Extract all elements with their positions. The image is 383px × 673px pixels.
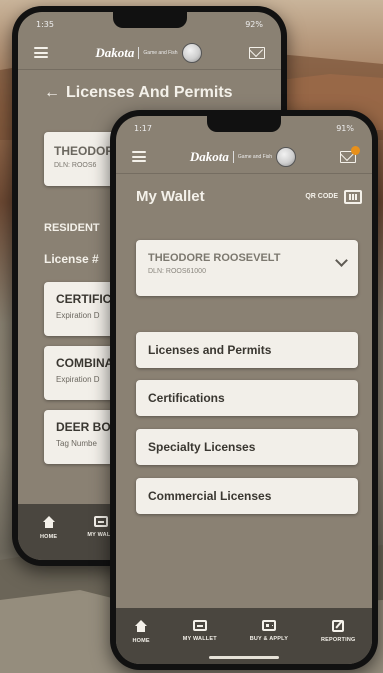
tab-buy-apply[interactable]: BUY & APPLY (250, 620, 288, 642)
tab-label: HOME (132, 638, 150, 644)
edit-icon (332, 620, 345, 632)
logo-word: Dakota (95, 44, 135, 60)
id-card-icon (261, 620, 276, 631)
back-arrow-icon[interactable]: ← (44, 84, 60, 102)
qr-code-button[interactable]: QR CODE (305, 189, 362, 204)
section-heading-resident: RESIDENT (44, 222, 100, 234)
tab-label: MY WALLET (182, 636, 217, 642)
specialty-licenses-button[interactable]: Specialty Licenses (136, 429, 358, 465)
commercial-licenses-button[interactable]: Commercial Licenses (136, 478, 358, 514)
tab-my-wallet[interactable]: MY WALLET (183, 620, 217, 642)
seal-icon (181, 42, 202, 63)
license-number-label: License # (44, 252, 99, 266)
profile-dln: DLN: ROOS61000 (148, 268, 206, 275)
battery-level: 91% (336, 123, 354, 133)
app-header: Dakota Game and Fish (116, 140, 372, 174)
seal-icon (276, 146, 297, 167)
home-icon (134, 620, 148, 633)
logo-subtitle: Game and Fish (237, 153, 273, 160)
logo-divider (232, 150, 234, 163)
home-icon (42, 516, 56, 529)
battery-level: 92% (245, 19, 263, 29)
menu-icon[interactable] (132, 151, 146, 162)
camera-notch (207, 116, 281, 132)
menu-icon[interactable] (34, 47, 48, 58)
app-header: Dakota Game and Fish (18, 36, 281, 70)
wallet-screen: 1:17 91% Dakota Game and Fish My Wallet … (116, 116, 372, 664)
nd-game-fish-logo: Dakota Game and Fish (189, 146, 297, 167)
logo-divider (138, 46, 140, 59)
qr-code-label: QR CODE (305, 193, 338, 200)
page-title-row: ← Licenses And Permits (18, 70, 281, 102)
status-time: 1:35 (36, 19, 54, 29)
home-indicator[interactable] (209, 656, 279, 659)
page-title: My Wallet (136, 188, 205, 205)
phone-wallet-screen: 1:17 91% Dakota Game and Fish My Wallet … (110, 110, 378, 670)
page-title: Licenses And Permits (66, 84, 233, 101)
logo-word: Dakota (189, 148, 229, 164)
certifications-button[interactable]: Certifications (136, 380, 358, 416)
tab-home[interactable]: HOME (40, 516, 57, 540)
tab-label: HOME (40, 534, 58, 540)
status-time: 1:17 (134, 123, 152, 133)
profile-selector[interactable]: THEODORE ROOSEVELT DLN: ROOS61000 (136, 240, 358, 296)
nd-game-fish-logo: Dakota Game and Fish (95, 42, 202, 63)
tab-home[interactable]: HOME (132, 620, 150, 644)
mail-icon[interactable] (249, 46, 265, 59)
licenses-and-permits-button[interactable]: Licenses and Permits (136, 332, 358, 368)
tab-label: BUY & APPLY (249, 636, 289, 642)
wallet-icon (93, 516, 108, 527)
tab-reporting[interactable]: REPORTING (321, 620, 356, 643)
profile-name: THEODORE ROOSEVELT (148, 252, 281, 264)
camera-notch (112, 12, 187, 28)
mail-icon[interactable] (340, 145, 360, 163)
wallet-icon (192, 620, 207, 631)
wallet-header-row: My Wallet QR CODE (116, 174, 372, 205)
barcode-scan-icon (344, 189, 362, 204)
tab-label: REPORTING (321, 637, 356, 643)
notification-badge (351, 145, 360, 155)
logo-subtitle: Game and Fish (143, 49, 178, 56)
